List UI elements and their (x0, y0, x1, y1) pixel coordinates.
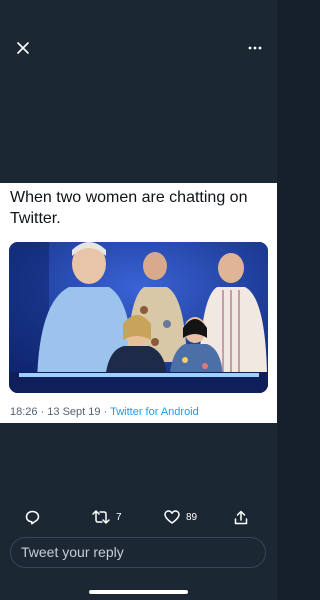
retweet-count: 7 (116, 511, 122, 523)
tweet-timestamp: 18:26 · 13 Sept 19 · (10, 406, 111, 418)
tweet-card: When two women are chatting on Twitter. (0, 183, 277, 423)
retweet-icon (92, 510, 110, 524)
tweet-source-link[interactable]: Twitter for Android (110, 406, 199, 418)
retweet-button[interactable]: 7 (92, 507, 122, 527)
more-horizontal-icon (248, 46, 262, 50)
more-options-button[interactable] (245, 38, 265, 58)
tweet-detail-screen: When two women are chatting on Twitter. (0, 0, 277, 600)
close-icon (17, 42, 29, 54)
reply-icon (25, 510, 40, 525)
reply-button[interactable] (25, 507, 40, 527)
tweet-metadata: 18:26 · 13 Sept 19 · Twitter for Android (10, 405, 199, 419)
photo-illustration (9, 242, 268, 393)
like-count: 89 (186, 511, 198, 523)
share-button[interactable] (234, 507, 248, 527)
like-button[interactable]: 89 (164, 507, 197, 527)
close-button[interactable] (13, 38, 33, 58)
heart-icon (164, 510, 180, 524)
tweet-action-bar: 7 89 (0, 507, 277, 527)
reply-input[interactable]: Tweet your reply (10, 537, 266, 568)
tweet-photo[interactable] (9, 242, 268, 393)
share-icon (234, 510, 248, 524)
tweet-text: When two women are chatting on Twitter. (10, 189, 248, 227)
home-indicator (89, 590, 188, 594)
